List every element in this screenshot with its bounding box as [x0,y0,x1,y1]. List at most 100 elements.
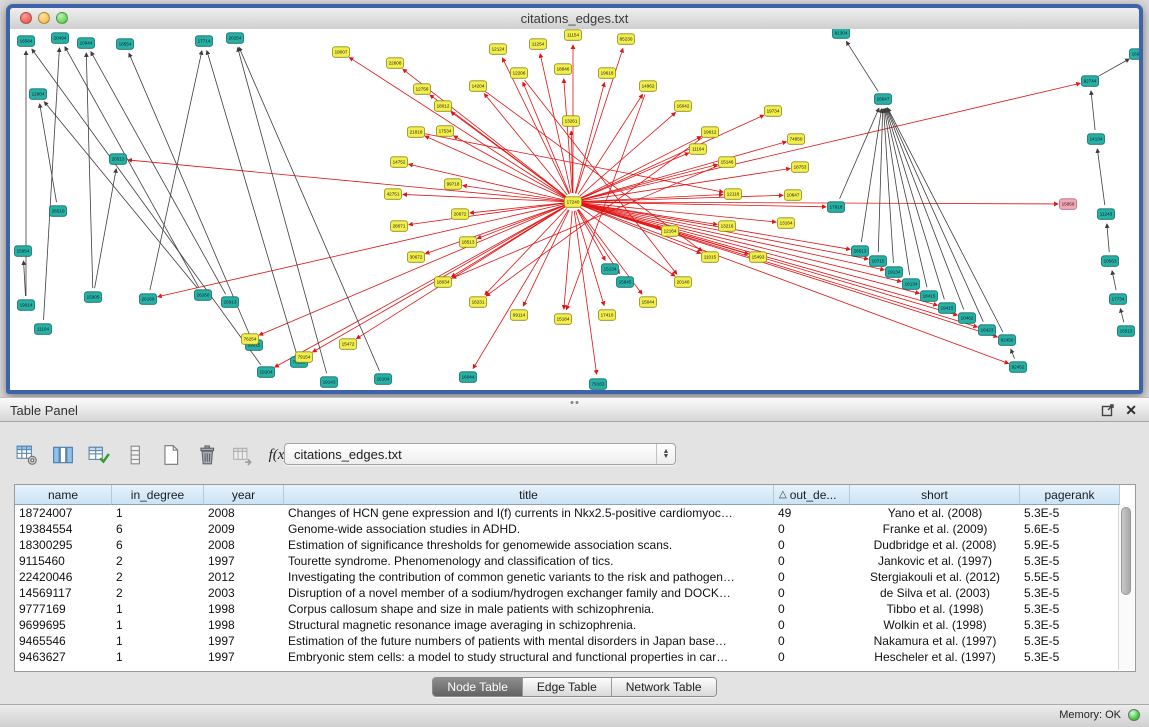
graph-edge[interactable] [477,205,564,238]
table-cell[interactable]: Estimation of significance thresholds fo… [284,537,774,553]
graph-node[interactable]: 26513 [852,246,869,256]
graph-edge[interactable] [95,169,117,288]
graph-node[interactable]: 99114 [511,310,528,321]
table-cell[interactable]: Estimation of the future numbers of pati… [284,633,774,649]
graph-node[interactable]: 28071 [391,221,408,232]
table-cell[interactable]: Tourette syndrome. Phenomenology and cla… [284,553,774,569]
table-cell[interactable]: Franke et al. (2009) [850,521,1020,537]
graph-edge[interactable] [40,104,57,202]
graph-node[interactable]: 15184 [555,314,572,325]
table-cell[interactable]: 9699695 [15,617,112,633]
graph-node[interactable]: 16584 [18,36,35,47]
table-cell[interactable]: 5.6E-5 [1020,521,1120,537]
graph-edge[interactable] [884,109,894,263]
graph-node[interactable]: 99718 [445,179,462,190]
table-cell[interactable]: Tibbo et al. (1998) [850,601,1020,617]
new-table-icon[interactable] [158,442,184,468]
graph-node[interactable]: 19143 [321,377,338,388]
graph-node[interactable]: 15958 [1060,199,1077,210]
graph-edge[interactable] [158,204,564,297]
table-cell[interactable]: 0 [774,649,850,665]
table-cell[interactable]: 5.9E-5 [1020,537,1120,553]
table-cell[interactable]: Investigating the contribution of common… [284,569,774,585]
graph-node[interactable]: 17714 [196,36,213,47]
table-cell[interactable]: 9463627 [15,649,112,665]
table-row[interactable]: 1872400712008Changes of HCN gene express… [15,505,1135,521]
graph-node[interactable]: 81304 [833,29,850,38]
table-cell[interactable]: 9777169 [15,601,112,617]
graph-edge[interactable] [1107,224,1109,252]
table-cell[interactable]: Jankovic et al. (1997) [850,553,1020,569]
table-cell[interactable]: 2009 [204,521,284,537]
table-cell[interactable]: 9115460 [15,553,112,569]
table-row[interactable]: 1938455462009Genome-wide association stu… [15,521,1135,537]
column-header-short[interactable]: short [850,485,1020,505]
table-row[interactable]: 1830029562008Estimation of significance … [15,537,1135,553]
table-cell[interactable]: Structural magnetic resonance image aver… [284,617,774,633]
graph-node[interactable]: 30672 [408,252,425,262]
table-cell[interactable]: 0 [774,601,850,617]
table-cell[interactable]: 22420046 [15,569,112,585]
graph-node[interactable]: 12904 [30,89,47,100]
graph-edge[interactable] [238,48,327,374]
table-cell[interactable]: 0 [774,521,850,537]
graph-edge[interactable] [523,210,569,306]
graph-node[interactable]: 15134 [602,264,619,275]
column-header-pagerank[interactable]: pagerank [1020,485,1120,505]
graph-node[interactable]: 11164 [690,144,707,155]
graph-node[interactable]: 16134 [903,279,920,290]
graph-node[interactable]: 15913 [222,297,239,308]
graph-edge[interactable] [846,41,878,91]
graph-node[interactable]: 12756 [414,84,431,95]
table-cell[interactable]: 2012 [204,569,284,585]
table-cell[interactable]: 2008 [204,537,284,553]
graph-node[interactable]: 18753 [792,162,809,173]
table-cell[interactable]: Dudbridge et al. (2008) [850,537,1020,553]
graph-node[interactable]: 79163 [590,379,607,390]
graph-edge[interactable] [887,108,983,322]
graph-node[interactable]: 17410 [599,310,616,321]
panel-drag-grip[interactable] [570,400,579,405]
graph-node[interactable]: 15905 [85,292,102,303]
table-cell[interactable]: 1 [112,617,204,633]
graph-node[interactable]: 19104 [258,367,275,378]
graph-edge[interactable] [150,51,202,290]
graph-node[interactable]: 18012 [435,101,452,112]
graph-node[interactable]: 16513 [1118,326,1135,337]
table-cell[interactable]: 0 [774,585,850,601]
table-cell[interactable]: 1998 [204,601,284,617]
table-row[interactable]: 969969511998Structural magnetic resonanc… [15,617,1135,633]
table-cell[interactable]: 1 [112,601,204,617]
graph-node[interactable]: 15472 [340,339,357,350]
graph-edge[interactable] [581,205,1008,363]
table-row[interactable]: 911546021997Tourette syndrome. Phenomeno… [15,553,1135,569]
graph-edge[interactable] [24,261,26,296]
graph-edge[interactable] [44,102,197,288]
table-cell[interactable]: Wolkin et al. (1998) [850,617,1020,633]
graph-node[interactable]: 18846 [555,64,572,75]
table-selector-combo[interactable]: citations_edges.txt ▲▼ [284,443,676,465]
table-cell[interactable]: 6 [112,537,204,553]
graph-node[interactable]: 92452 [1010,362,1027,373]
table-cell[interactable]: 0 [774,633,850,649]
table-cell[interactable]: 1 [112,649,204,665]
graph-node[interactable]: 26260 [195,290,212,301]
table-cell[interactable]: 0 [774,537,850,553]
graph-node[interactable]: 10462 [959,313,976,324]
table-cell[interactable]: Stergiakouli et al. (2012) [850,569,1020,585]
table-cell[interactable]: Changes of HCN gene expression and I(f) … [284,505,774,521]
table-cell[interactable]: 2003 [204,585,284,601]
table-cell[interactable]: 1998 [204,617,284,633]
table-cell[interactable]: Embryonic stem cells: a model to study s… [284,649,774,665]
graph-node[interactable]: 18415 [921,291,938,302]
graph-node[interactable]: 17734 [1110,294,1127,305]
graph-node[interactable]: 20672 [452,209,469,220]
graph-node[interactable]: 10563 [1102,256,1119,267]
graph-node[interactable]: 11015 [702,252,719,262]
table-cell[interactable]: 1997 [204,553,284,569]
graph-edge[interactable] [207,51,297,354]
graph-node[interactable]: 20140 [675,277,692,288]
rows-icon[interactable] [122,442,148,468]
tab-edge-table[interactable]: Edge Table [523,678,612,696]
table-cell[interactable]: 2008 [204,505,284,521]
